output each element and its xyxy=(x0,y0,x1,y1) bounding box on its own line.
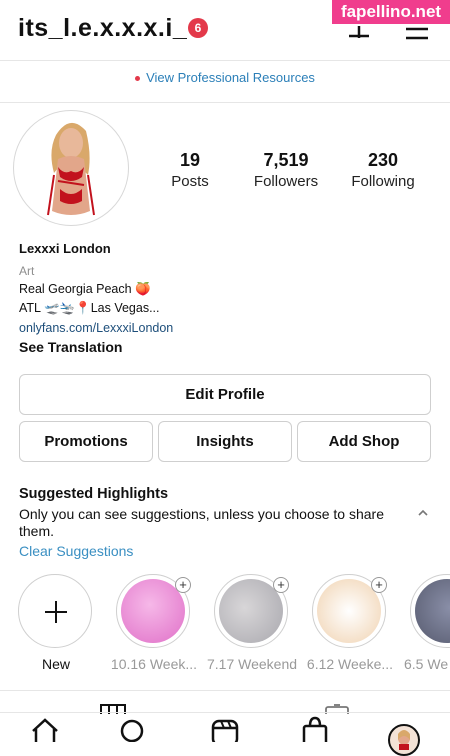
highlight-label: 10.16 Week... xyxy=(110,656,198,672)
see-translation-link[interactable]: See Translation xyxy=(19,339,122,355)
hamburger-menu-icon[interactable] xyxy=(404,26,430,46)
stat-followers[interactable]: 7,519 Followers xyxy=(246,150,326,190)
posts-count: 19 xyxy=(179,150,201,170)
notification-badge[interactable]: 6 xyxy=(188,18,208,38)
add-highlight-icon[interactable]: + xyxy=(371,577,387,593)
home-icon[interactable] xyxy=(30,715,60,742)
highlight-label: 7.17 Weekend xyxy=(206,656,298,672)
profile-category: Art xyxy=(19,264,35,278)
avatar-thumbnail-icon xyxy=(398,730,410,750)
header-divider xyxy=(0,60,450,61)
edit-profile-button[interactable]: Edit Profile xyxy=(19,374,431,415)
highlight-clip xyxy=(410,574,450,648)
watermark: fapellino.net xyxy=(332,0,450,24)
bio-line-1: Real Georgia Peach 🍑 xyxy=(19,282,151,296)
highlight-item[interactable]: + 7.17 Weekend xyxy=(207,574,297,672)
highlight-item[interactable]: + 10.16 Week... xyxy=(111,574,197,672)
red-dot-icon xyxy=(135,76,141,82)
posts-label: Posts xyxy=(171,173,209,190)
following-count: 230 xyxy=(367,150,399,170)
bio-link[interactable]: onlyfans.com/LexxxiLondon xyxy=(19,321,173,335)
highlight-label: New xyxy=(41,656,70,672)
highlight-label: 6.5 We xyxy=(404,656,449,672)
tab-divider xyxy=(0,690,450,691)
avatar[interactable] xyxy=(18,115,124,221)
profile-display-name: Lexxxi London xyxy=(19,241,111,256)
insights-button[interactable]: Insights xyxy=(158,421,292,462)
shop-icon[interactable] xyxy=(300,715,330,742)
highlight-ring xyxy=(410,574,450,648)
professional-resources-label: View Professional Resources xyxy=(146,70,315,85)
pro-divider xyxy=(0,102,450,103)
clear-suggestions-link[interactable]: Clear Suggestions xyxy=(19,543,133,559)
followers-label: Followers xyxy=(253,173,319,190)
highlight-cover xyxy=(415,579,450,643)
promotions-button[interactable]: Promotions xyxy=(19,421,153,462)
profile-tab-avatar[interactable] xyxy=(388,724,420,756)
bio-line-2: ATL 🛫🛬📍Las Vegas... xyxy=(19,301,160,315)
plus-icon xyxy=(45,601,67,623)
search-icon[interactable] xyxy=(118,715,148,742)
highlight-item[interactable]: + 6.12 Weeke... xyxy=(307,574,393,672)
reels-icon[interactable] xyxy=(210,715,240,742)
stat-posts[interactable]: 19 Posts xyxy=(160,150,220,190)
chevron-up-icon[interactable] xyxy=(416,508,430,518)
highlight-ring: + xyxy=(116,574,191,648)
suggested-highlights-title: Suggested Highlights xyxy=(19,486,169,502)
highlight-ring: + xyxy=(312,574,387,648)
followers-count: 7,519 xyxy=(263,150,309,170)
following-label: Following xyxy=(351,173,415,190)
create-plus-icon[interactable] xyxy=(346,26,372,46)
avatar-photo-icon xyxy=(18,115,124,221)
add-shop-button[interactable]: Add Shop xyxy=(297,421,431,462)
highlight-label: 6.12 Weeke... xyxy=(306,656,394,672)
stat-following[interactable]: 230 Following xyxy=(343,150,423,190)
professional-resources-link[interactable]: View Professional Resources xyxy=(0,70,450,85)
profile-username[interactable]: its_l.e.x.x.x.i_ xyxy=(18,14,187,43)
add-highlight-icon[interactable]: + xyxy=(175,577,191,593)
add-highlight-icon[interactable]: + xyxy=(273,577,289,593)
highlight-new-ring xyxy=(18,574,92,648)
highlight-ring: + xyxy=(214,574,289,648)
suggested-highlights-description: Only you can see suggestions, unless you… xyxy=(19,506,384,539)
nav-divider xyxy=(0,712,450,713)
highlight-new[interactable]: New xyxy=(18,574,94,672)
